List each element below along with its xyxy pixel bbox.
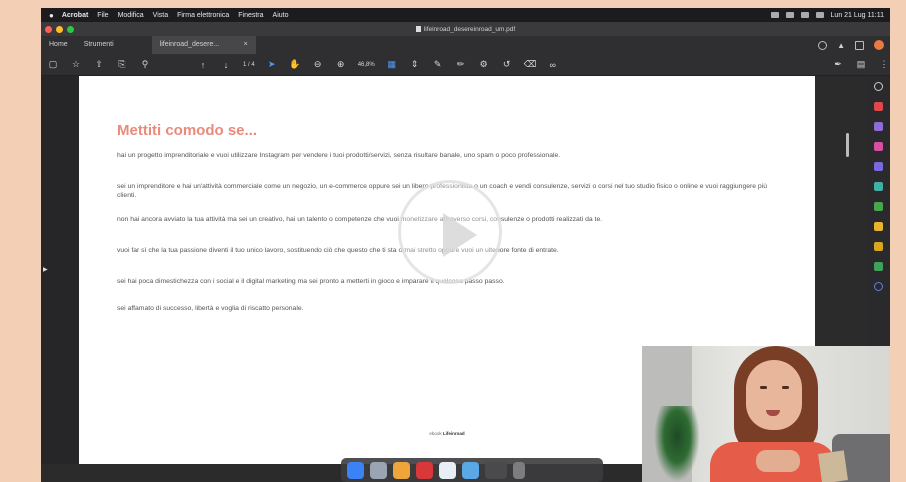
menu-esign[interactable]: Firma elettronica	[177, 12, 229, 19]
tab-document[interactable]: lifeinroad_desere... ×	[151, 36, 256, 54]
battery-icon[interactable]	[800, 12, 809, 18]
launchpad-icon[interactable]	[370, 461, 387, 479]
messenger-icon[interactable]	[462, 461, 479, 479]
upload-icon[interactable]: ⇧	[93, 59, 105, 70]
macos-dock	[341, 458, 603, 482]
paragraph-1: hai un progetto imprenditoriale e vuoi u…	[117, 152, 561, 159]
sign-icon[interactable]: ✒	[832, 59, 844, 70]
window-title: lifeinroad_desereinroad_um.pdf	[41, 26, 890, 33]
page-up-icon[interactable]: ↑	[197, 60, 209, 70]
video-play-button[interactable]	[398, 180, 502, 284]
menu-app-name[interactable]: Acrobat	[62, 12, 88, 19]
scroll-mode-icon[interactable]: ⇕	[409, 59, 421, 70]
webcam-overlay	[642, 346, 890, 482]
user-avatar[interactable]	[874, 40, 884, 50]
export-pdf-icon[interactable]	[874, 102, 883, 111]
edit-pdf-icon[interactable]	[874, 142, 883, 151]
tab-bar: Home Strumenti lifeinroad_desere... × ▲	[41, 36, 890, 54]
help-icon[interactable]	[818, 40, 828, 50]
scan-icon[interactable]	[874, 202, 883, 211]
tab-tools[interactable]: Strumenti	[76, 36, 122, 54]
menu-view[interactable]: Vista	[153, 12, 168, 19]
fill-sign-icon[interactable]	[874, 242, 883, 251]
bookmark-star-icon[interactable]: ☆	[70, 59, 82, 70]
print-icon[interactable]: ⎘	[116, 59, 128, 70]
vertical-scrollbar[interactable]	[846, 133, 849, 157]
play-icon	[443, 213, 477, 257]
menu-help[interactable]: Aiuto	[273, 12, 289, 19]
zoom-level[interactable]: 46,8%	[358, 62, 375, 68]
downloads-icon[interactable]	[485, 461, 507, 479]
menu-window[interactable]: Finestra	[238, 12, 263, 19]
more-tools-icon[interactable]	[874, 282, 883, 291]
page-down-icon[interactable]: ↓	[220, 60, 232, 70]
create-pdf-icon[interactable]	[874, 122, 883, 131]
close-tab-icon[interactable]: ×	[244, 36, 248, 54]
page-indicator[interactable]: 1 / 4	[243, 62, 255, 68]
paragraph-6: sei affamato di successo, libertà e vogl…	[117, 305, 304, 312]
pdf-file-icon	[415, 25, 421, 32]
expand-sidebar-icon[interactable]: ▶	[43, 266, 48, 274]
delete-icon[interactable]: ⌫	[524, 59, 537, 70]
page-heading: Mettiti comodo se...	[117, 122, 258, 139]
presenter-book	[818, 450, 848, 482]
macos-menu-bar: ● Acrobat File Modifica Vista Firma elet…	[41, 8, 890, 22]
sidebar-toggle-icon[interactable]: ▢	[47, 59, 59, 70]
protect-icon[interactable]	[874, 262, 883, 271]
webcam-plant	[654, 406, 700, 482]
chrome-icon[interactable]	[439, 461, 456, 479]
left-sidebar: ▶	[41, 76, 79, 464]
more-options-icon[interactable]: ⋮	[878, 59, 890, 70]
presenter-hands	[756, 450, 800, 472]
fit-page-icon[interactable]: ▦	[386, 59, 398, 70]
organize-pages-icon[interactable]	[874, 182, 883, 191]
acrobat-toolbar: ▢ ☆ ⇧ ⎘ ⚲ ↑ ↓ 1 / 4 ➤ ✋ ⊖ ⊕ 46,8% ▦ ⇕ ✎ …	[41, 54, 890, 76]
window-title-bar: lifeinroad_desereinroad_um.pdf	[41, 22, 890, 36]
trash-icon[interactable]	[513, 461, 525, 479]
share-icon[interactable]: ↺	[501, 59, 513, 70]
menu-clock[interactable]: Lun 21 Lug 11:11	[831, 12, 884, 19]
apps-grid-icon[interactable]	[855, 40, 864, 50]
notification-bell-icon[interactable]: ▲	[837, 41, 845, 50]
zoom-in-icon[interactable]: ⊕	[335, 59, 347, 70]
comment-tool-icon[interactable]	[874, 222, 883, 231]
select-cursor-icon[interactable]: ➤	[266, 59, 278, 70]
presenter-eye-left	[760, 386, 767, 389]
zoom-out-icon[interactable]: ⊖	[312, 59, 324, 70]
wifi-icon[interactable]	[785, 12, 794, 18]
combine-files-icon[interactable]	[874, 162, 883, 171]
panel-icon[interactable]: ▤	[855, 59, 867, 70]
apple-icon[interactable]: ●	[49, 11, 54, 20]
footer-brand: Lifeinroad	[442, 431, 465, 436]
search-icon[interactable]	[815, 12, 824, 18]
photos-icon[interactable]	[393, 461, 410, 479]
presenter-face	[746, 360, 802, 430]
find-icon[interactable]: ⚲	[139, 59, 151, 70]
link-icon[interactable]: ∞	[547, 60, 559, 70]
finder-icon[interactable]	[347, 461, 364, 479]
tray-icon[interactable]	[770, 12, 779, 18]
search-tool-icon[interactable]	[874, 82, 883, 91]
highlight-icon[interactable]: ✏	[455, 59, 467, 70]
tab-home[interactable]: Home	[41, 36, 76, 54]
menu-edit[interactable]: Modifica	[118, 12, 144, 19]
hand-tool-icon[interactable]: ✋	[289, 59, 301, 70]
comment-icon[interactable]: ✎	[432, 59, 444, 70]
window-title-text: lifeinroad_desereinroad_um.pdf	[423, 25, 516, 33]
presenter-eye-right	[782, 386, 789, 389]
footer-prefix: ebook	[429, 431, 442, 436]
menu-file[interactable]: File	[97, 12, 108, 19]
acrobat-dock-icon[interactable]	[416, 461, 433, 479]
tab-document-label: lifeinroad_desere...	[159, 41, 220, 48]
draw-icon[interactable]: ⚙	[478, 59, 490, 70]
